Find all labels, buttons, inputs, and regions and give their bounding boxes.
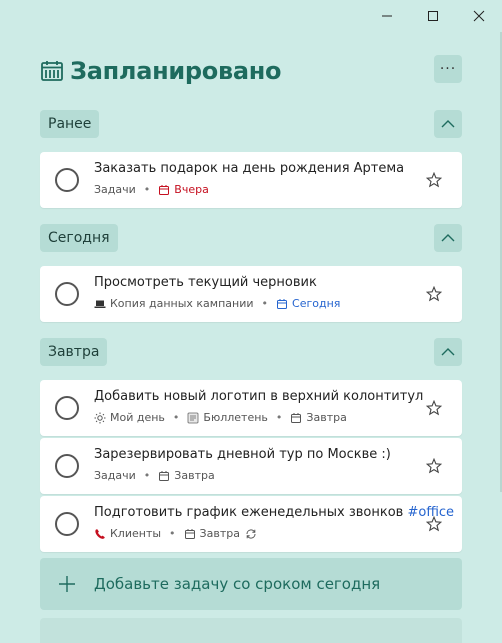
due-date: Завтра	[306, 411, 347, 424]
task-item[interactable]: Зарезервировать дневной тур по Москве :)…	[40, 438, 462, 494]
plus-icon	[59, 576, 75, 592]
due-date: Завтра	[174, 469, 215, 482]
complete-checkbox[interactable]	[55, 282, 79, 306]
add-task-label: Добавьте задачу со сроком сегодня	[94, 575, 381, 593]
task-item[interactable]: Заказать подарок на день рождения Артема…	[40, 152, 462, 208]
separator-dot: •	[275, 411, 283, 424]
my-day-label: Мой день	[110, 411, 165, 424]
minimize-button[interactable]	[364, 0, 410, 32]
section-label[interactable]: Ранее	[40, 110, 100, 138]
separator-dot: •	[143, 469, 151, 482]
star-icon[interactable]	[426, 172, 442, 188]
task-title: Просмотреть текущий черновик	[94, 275, 317, 290]
task-meta: Клиенты • Завтра	[94, 527, 261, 540]
more-options-button[interactable]: ···	[434, 55, 462, 83]
bottom-toolbar	[40, 618, 462, 643]
page-title: Запланировано	[70, 57, 282, 85]
section-today: Сегодня Просмотреть текущий черновик Коп…	[40, 222, 462, 322]
calendar-icon	[158, 184, 170, 196]
collapse-button[interactable]	[434, 338, 462, 366]
task-item[interactable]: Добавить новый логотип в верхний колонти…	[40, 380, 462, 436]
task-list-name: Задачи	[94, 469, 136, 482]
collapse-button[interactable]	[434, 224, 462, 252]
task-item[interactable]: Подготовить график еженедельных звонков …	[40, 496, 462, 552]
complete-checkbox[interactable]	[55, 168, 79, 192]
calendar-icon	[158, 470, 170, 482]
close-icon	[473, 10, 485, 22]
chevron-up-icon	[441, 120, 455, 128]
star-icon[interactable]	[426, 516, 442, 532]
complete-checkbox[interactable]	[55, 396, 79, 420]
chevron-up-icon	[441, 234, 455, 242]
section-label[interactable]: Сегодня	[40, 224, 118, 252]
task-title: Заказать подарок на день рождения Артема	[94, 161, 405, 176]
due-date-overdue: Вчера	[174, 183, 209, 196]
task-title: Добавить новый логотип в верхний колонти…	[94, 389, 424, 404]
task-list-name: Копия данных кампании	[110, 297, 254, 310]
task-title: Подготовить график еженедельных звонков …	[94, 505, 454, 520]
chevron-up-icon	[441, 348, 455, 356]
task-meta: Задачи • Завтра	[94, 469, 215, 482]
calendar-icon	[276, 298, 288, 310]
maximize-icon	[428, 11, 438, 21]
calendar-grid-icon	[41, 61, 63, 81]
newspaper-icon	[187, 412, 199, 424]
separator-dot: •	[172, 411, 180, 424]
add-task-button[interactable]: Добавьте задачу со сроком сегодня	[40, 558, 462, 610]
task-meta: Мой день • Бюллетень • Завтра	[94, 411, 347, 424]
task-item[interactable]: Просмотреть текущий черновик Копия данны…	[40, 266, 462, 322]
repeat-icon	[245, 528, 257, 540]
separator-dot: •	[261, 297, 269, 310]
due-date-today: Сегодня	[292, 297, 341, 310]
task-meta: Задачи • Вчера	[94, 183, 209, 196]
collapse-button[interactable]	[434, 110, 462, 138]
phone-icon	[94, 528, 106, 540]
sun-icon	[94, 412, 106, 424]
star-icon[interactable]	[426, 458, 442, 474]
task-list: Ранее Заказать подарок на день рождения …	[40, 108, 462, 566]
section-label[interactable]: Завтра	[40, 338, 108, 366]
task-meta: Копия данных кампании • Сегодня	[94, 297, 340, 310]
window-controls	[364, 0, 502, 32]
close-button[interactable]	[456, 0, 502, 32]
task-list-name: Клиенты	[110, 527, 162, 540]
minimize-icon	[382, 15, 392, 17]
calendar-icon	[184, 528, 196, 540]
task-title: Зарезервировать дневной тур по Москве :)	[94, 447, 391, 462]
section-tomorrow: Завтра Добавить новый логотип в верхний …	[40, 336, 462, 552]
due-date: Завтра	[199, 527, 240, 540]
star-icon[interactable]	[426, 400, 442, 416]
section-earlier: Ранее Заказать подарок на день рождения …	[40, 108, 462, 208]
task-title-text: Подготовить график еженедельных звонков	[94, 505, 404, 520]
calendar-icon	[290, 412, 302, 424]
complete-checkbox[interactable]	[55, 454, 79, 478]
maximize-button[interactable]	[410, 0, 456, 32]
star-icon[interactable]	[426, 286, 442, 302]
task-list-name: Бюллетень	[203, 411, 268, 424]
task-list-name: Задачи	[94, 183, 136, 196]
laptop-icon	[94, 298, 106, 310]
separator-dot: •	[143, 183, 151, 196]
complete-checkbox[interactable]	[55, 512, 79, 536]
ellipsis-icon: ···	[439, 61, 457, 77]
separator-dot: •	[169, 527, 176, 540]
page-header: Запланировано ···	[40, 54, 462, 88]
